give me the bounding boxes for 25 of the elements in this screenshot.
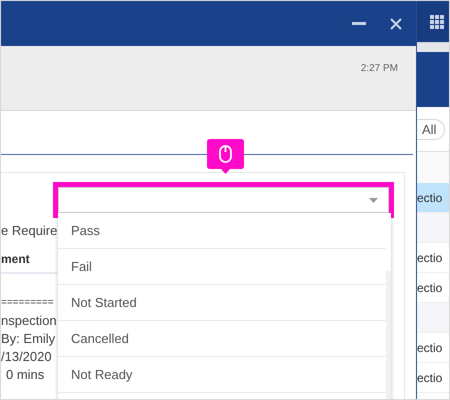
note-text: nspection — [1, 312, 57, 330]
grid-icon[interactable] — [430, 14, 444, 28]
field-label: e Require — [1, 223, 58, 239]
dropdown-option[interactable]: Pass — [58, 213, 386, 249]
note-text: ========= — [1, 296, 54, 310]
table-row[interactable]: ectio — [417, 183, 449, 213]
dropdown-option[interactable]: Not Ready — [58, 357, 386, 393]
nav-bar — [417, 52, 449, 107]
filter-chip[interactable]: All — [417, 118, 446, 140]
table-row[interactable]: ectio — [417, 243, 449, 273]
dropdown-option[interactable]: Fail — [58, 249, 386, 285]
close-icon[interactable] — [390, 18, 402, 30]
mouse-tooltip-icon — [207, 139, 244, 176]
scrollbar[interactable] — [386, 271, 391, 399]
dropdown-option[interactable]: Cancelled — [58, 321, 386, 357]
caret-icon — [369, 198, 378, 202]
table-row[interactable]: ectio — [417, 363, 449, 393]
table-row[interactable]: ectio — [417, 333, 449, 363]
note-text: By: Emily — [1, 330, 56, 348]
minimize-icon[interactable] — [352, 22, 366, 26]
timestamp: 2:27 PM — [360, 63, 398, 75]
dropdown-option[interactable]: Not Started — [58, 285, 386, 321]
column-heading: ment — [1, 252, 30, 266]
note-text: 0 mins — [5, 366, 44, 384]
note-text: /13/2020 — [1, 348, 52, 366]
